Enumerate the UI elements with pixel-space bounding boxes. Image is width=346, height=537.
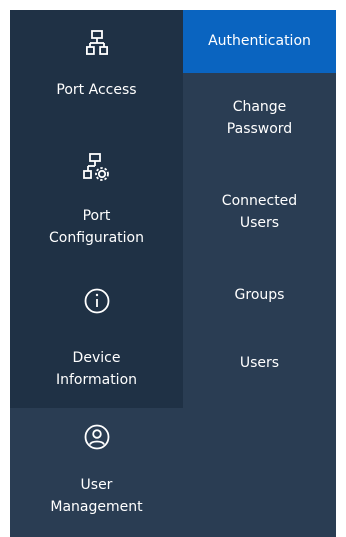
nav-item-device-information[interactable]: Device Information [10, 274, 183, 394]
submenu-item-groups[interactable]: Groups [183, 284, 336, 306]
submenu: Authentication Change Password Connected… [183, 10, 336, 537]
nav-item-user-management[interactable]: User Management [10, 408, 183, 537]
side-navigation: Port Access Port Configuration Device In… [10, 10, 336, 537]
nav-item-port-access-label: Port Access [56, 82, 137, 98]
network-hierarchy-icon [10, 30, 183, 56]
nav-item-device-information-label: Device Information [55, 350, 138, 388]
nav-item-user-management-label: User Management [50, 477, 143, 515]
submenu-item-connected-users[interactable]: Connected Users [183, 190, 336, 234]
user-icon [10, 424, 183, 450]
nav-item-port-configuration[interactable]: Port Configuration [10, 138, 183, 250]
nav-item-port-access[interactable]: Port Access [10, 10, 183, 108]
submenu-item-change-password[interactable]: Change Password [183, 96, 336, 140]
info-icon [10, 288, 183, 314]
submenu-item-authentication[interactable]: Authentication [183, 10, 336, 73]
network-settings-icon [10, 153, 183, 185]
main-nav: Port Access Port Configuration Device In… [10, 10, 183, 408]
submenu-item-users[interactable]: Users [183, 352, 336, 374]
nav-item-port-configuration-label: Port Configuration [49, 208, 144, 246]
